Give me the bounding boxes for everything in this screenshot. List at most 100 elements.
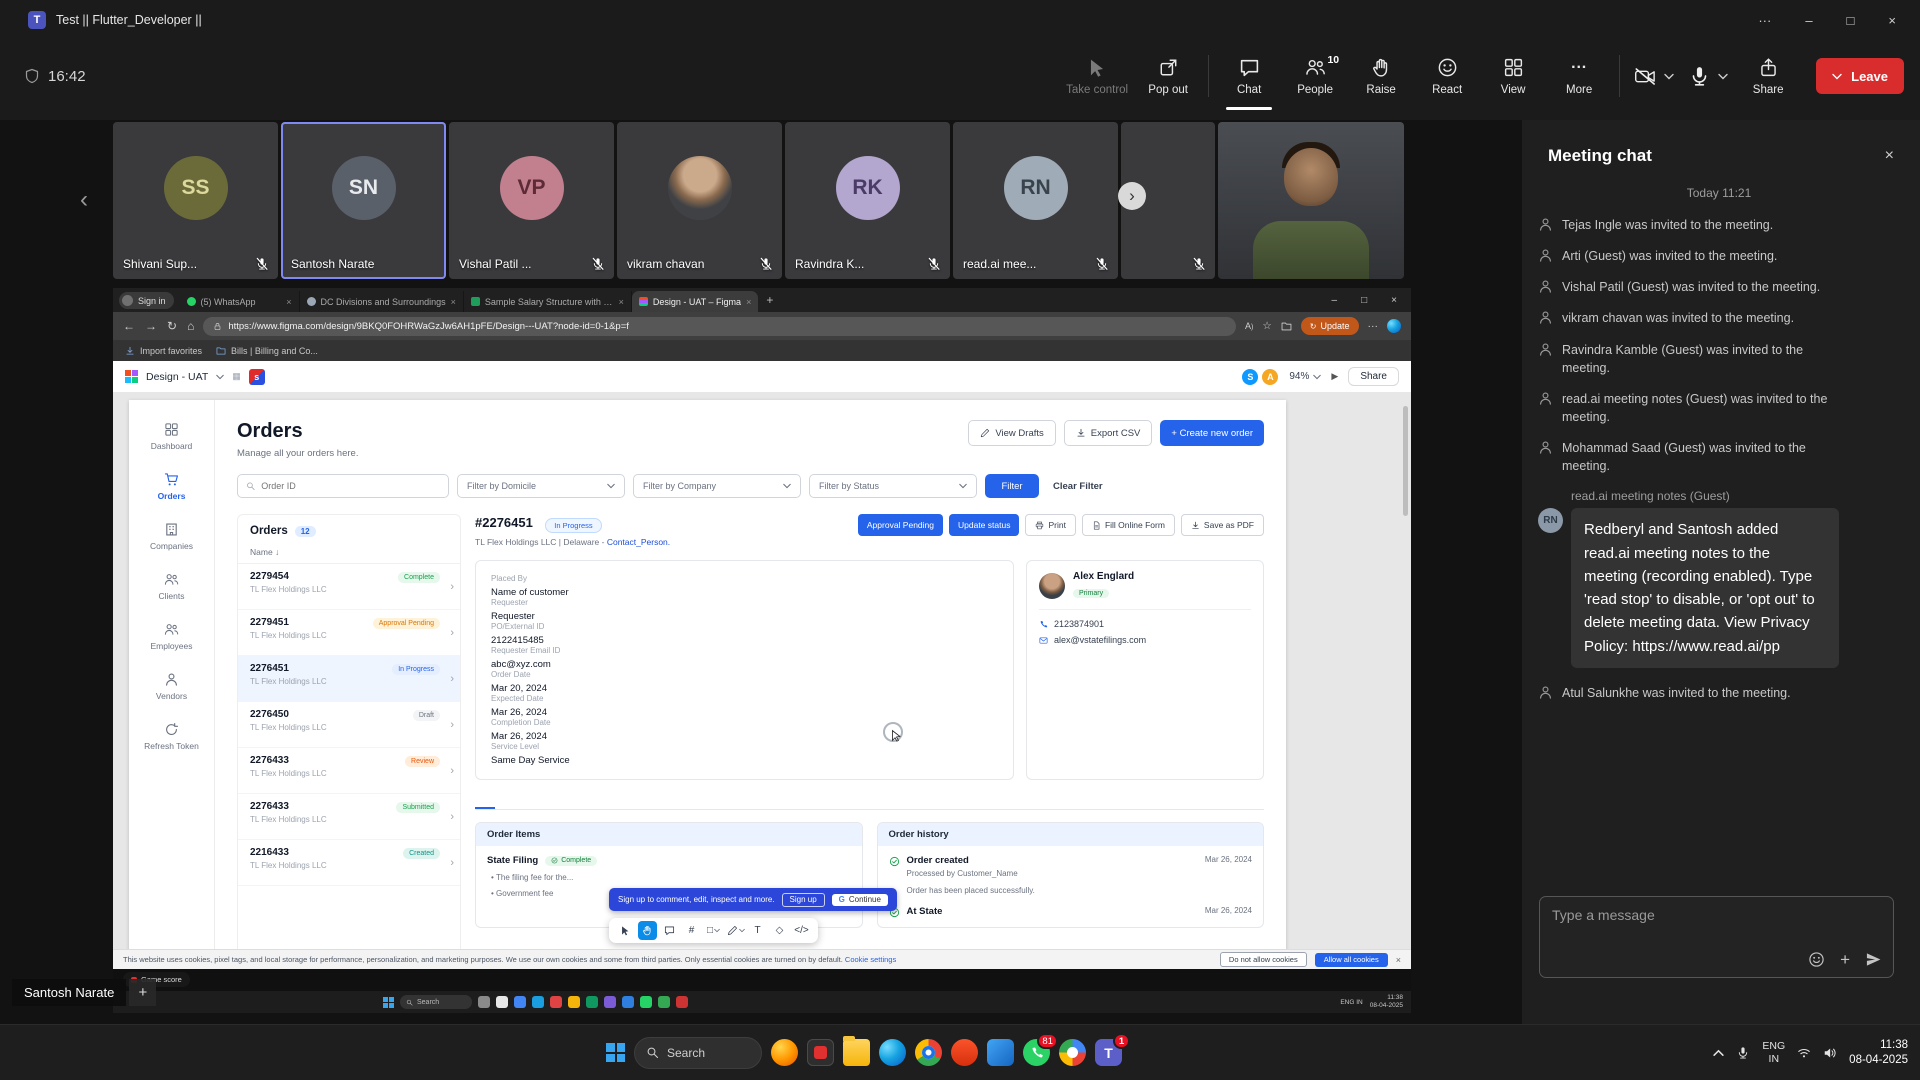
comment-tool-icon[interactable] (660, 921, 679, 940)
browser-minimize-button[interactable]: – (1332, 295, 1338, 306)
emoji-icon[interactable] (1808, 951, 1825, 968)
shared-taskbar-icon[interactable] (514, 996, 526, 1008)
order-row[interactable]: 2276451 TL Flex Holdings LLC In Progress… (238, 656, 460, 702)
mic-toggle[interactable] (1688, 65, 1728, 88)
browser-maximize-button[interactable]: □ (1361, 295, 1367, 306)
shape-tool-icon[interactable]: □ (704, 921, 723, 940)
create-new-order-button[interactable]: + Create new order (1160, 420, 1264, 446)
mic-options-chevron-icon[interactable] (1718, 73, 1728, 80)
save-as-pdf-button[interactable]: Save as PDF (1181, 514, 1264, 536)
favorites-folder-item[interactable]: Bills | Billing and Co... (216, 346, 318, 356)
tab-close-icon[interactable]: × (286, 297, 291, 307)
order-row[interactable]: 2276433 TL Flex Holdings LLC Review › (238, 748, 460, 794)
browser-more-icon[interactable]: ··· (1368, 320, 1379, 332)
url-field[interactable]: https://www.figma.com/design/9BKQ0FOHRWa… (203, 317, 1236, 336)
tab-close-icon[interactable]: × (746, 297, 751, 307)
figma-menu-icon[interactable] (125, 370, 138, 383)
sidebar-item-vendors[interactable]: Vendors (156, 672, 187, 701)
shared-taskbar-icon[interactable] (568, 996, 580, 1008)
tray-mic-icon[interactable] (1736, 1046, 1750, 1060)
people-button[interactable]: 10 People (1289, 57, 1341, 96)
browser-tab[interactable]: (5) WhatsApp × (180, 291, 300, 312)
volume-icon[interactable] (1823, 1046, 1837, 1060)
strip-scroll-right-icon[interactable]: › (1118, 182, 1146, 210)
file-explorer-icon[interactable] (843, 1039, 870, 1066)
collections-icon[interactable] (1281, 320, 1292, 332)
browser-tab[interactable]: Design - UAT – Figma × (632, 291, 758, 312)
camera-options-chevron-icon[interactable] (1664, 73, 1674, 80)
home-icon[interactable]: ⌂ (187, 319, 194, 333)
present-icon[interactable]: ▶ (1331, 371, 1338, 382)
browser-tab[interactable]: DC Divisions and Surroundings × (300, 291, 464, 312)
shared-taskbar-icon[interactable] (604, 996, 616, 1008)
print-button[interactable]: Print (1025, 514, 1075, 536)
order-id-search[interactable] (237, 474, 449, 498)
pen-tool-icon[interactable] (726, 921, 745, 940)
participant-tile[interactable]: VP Vishal Patil ... (449, 122, 614, 279)
more-button[interactable]: ··· More (1553, 57, 1605, 96)
detail-tab[interactable] (575, 795, 595, 809)
taskbar-search[interactable]: Search (634, 1037, 762, 1069)
participant-tile[interactable]: SS Shivani Sup... (113, 122, 278, 279)
sidebar-item-refresh-token[interactable]: Refresh Token (144, 722, 199, 751)
language-indicator[interactable]: ENG IN (1762, 1040, 1785, 1065)
read-aloud-icon[interactable]: A) (1245, 321, 1253, 331)
sidebar-item-orders[interactable]: Orders (158, 472, 186, 501)
taskbar-clock[interactable]: 11:38 08-04-2025 (1849, 1038, 1908, 1068)
figma-file-title[interactable]: Design - UAT (146, 371, 208, 383)
browser-update-button[interactable]: ↻Update (1301, 317, 1359, 335)
figma-share-button[interactable]: Share (1348, 367, 1399, 386)
back-icon[interactable]: ← (123, 319, 135, 333)
chat-button[interactable]: Chat (1223, 57, 1275, 96)
close-button[interactable]: × (1888, 13, 1896, 28)
teams-taskbar-icon[interactable]: T 1 (1095, 1039, 1122, 1066)
attach-plus-icon[interactable]: + (1840, 951, 1850, 968)
participant-tile-video[interactable] (1218, 122, 1404, 279)
clear-filter-button[interactable]: Clear Filter (1053, 481, 1103, 492)
allow-cookies-button[interactable]: Allow all cookies (1315, 953, 1388, 967)
contact-person-link[interactable]: Contact_Person. (607, 537, 670, 547)
signup-button[interactable]: Sign up (782, 893, 825, 907)
participant-tile[interactable]: RN read.ai mee... (953, 122, 1118, 279)
sidebar-item-dashboard[interactable]: Dashboard (151, 422, 193, 451)
leave-options-chevron-icon[interactable] (1832, 73, 1842, 80)
shared-start-icon[interactable] (383, 997, 394, 1008)
shared-taskbar-icon[interactable] (658, 996, 670, 1008)
browser-tab[interactable]: Sample Salary Structure with calc × (464, 291, 632, 312)
brave-icon[interactable] (951, 1039, 978, 1066)
shared-taskbar-icon[interactable] (478, 996, 490, 1008)
figma-canvas[interactable]: Dashboard Orders Companies (113, 392, 1411, 969)
tab-close-icon[interactable]: × (451, 297, 456, 307)
detail-tab[interactable] (515, 795, 535, 809)
shared-taskbar-icon[interactable] (586, 996, 598, 1008)
browser-close-button[interactable]: × (1391, 295, 1397, 306)
contact-email[interactable]: alex@vstatefilings.com (1039, 635, 1251, 645)
share-button[interactable]: Share (1742, 57, 1794, 96)
chat-close-icon[interactable]: × (1885, 147, 1894, 165)
presenter-add-button[interactable]: + (129, 979, 156, 1006)
fill-online-form-button[interactable]: Fill Online Form (1082, 514, 1175, 536)
shared-taskbar-icon[interactable] (640, 996, 652, 1008)
tab-close-icon[interactable]: × (619, 297, 624, 307)
zoom-control[interactable]: 94% (1289, 371, 1321, 382)
component-tool-icon[interactable]: ◇ (770, 921, 789, 940)
google-continue-button[interactable]: G Continue (832, 894, 888, 906)
raise-hand-button[interactable]: Raise (1355, 57, 1407, 96)
order-id-input[interactable] (261, 481, 440, 491)
dark-app-icon[interactable] (807, 1039, 834, 1066)
hand-tool-icon[interactable] (638, 921, 657, 940)
cookie-settings-link[interactable]: Cookie settings (845, 955, 896, 964)
reload-icon[interactable]: ↻ (167, 319, 177, 333)
forward-icon[interactable]: → (145, 319, 157, 333)
detail-tab[interactable] (615, 795, 635, 809)
wifi-icon[interactable] (1797, 1046, 1811, 1060)
code-tool-icon[interactable]: </> (792, 921, 811, 940)
move-tool-icon[interactable] (616, 921, 635, 940)
chevron-down-icon[interactable] (216, 374, 224, 380)
order-row[interactable]: 2276433 TL Flex Holdings LLC Submitted › (238, 794, 460, 840)
detail-tab[interactable] (595, 795, 615, 809)
order-row[interactable]: 2279454 TL Flex Holdings LLC Complete › (238, 564, 460, 610)
participant-tile[interactable]: RK Ravindra K... (785, 122, 950, 279)
view-drafts-button[interactable]: View Drafts (968, 420, 1055, 446)
figma-pages-icon[interactable]: ▦ (232, 371, 241, 382)
